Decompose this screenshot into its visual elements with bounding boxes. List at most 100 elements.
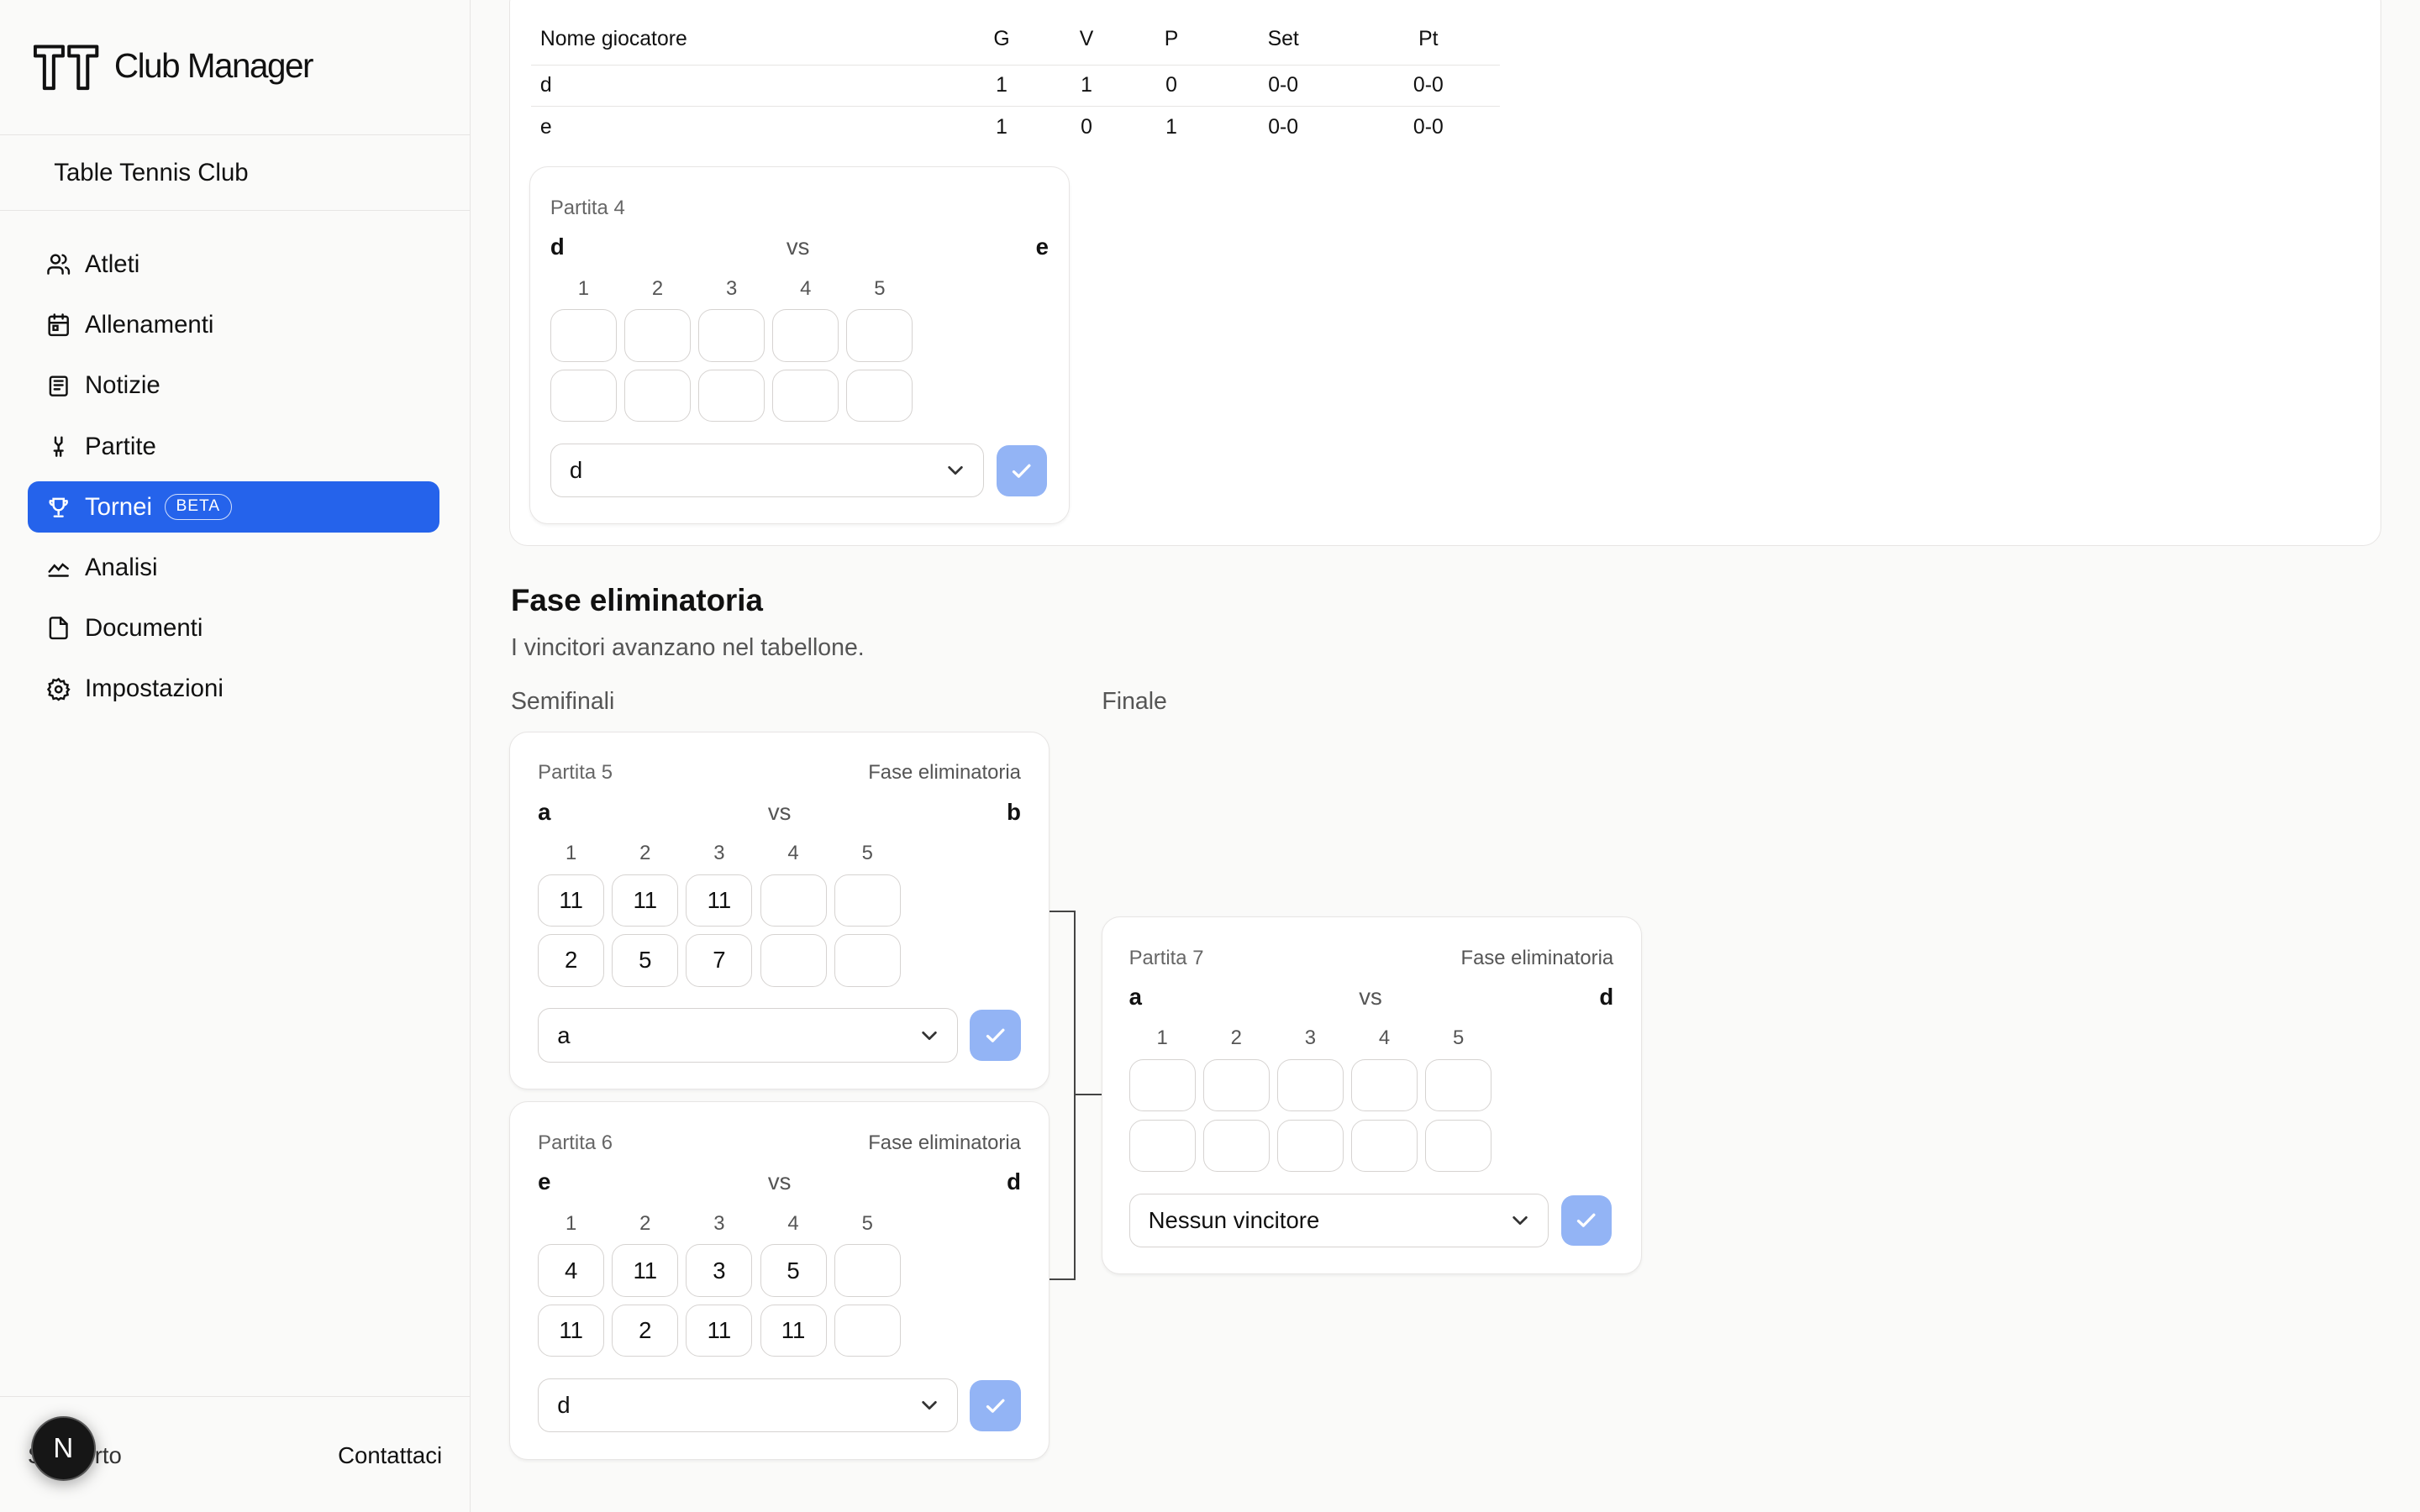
sidebar-item-analisi[interactable]: Analisi bbox=[28, 543, 439, 594]
set-score-input[interactable]: 5 bbox=[760, 1244, 827, 1297]
set-score-input[interactable]: 3 bbox=[686, 1244, 753, 1297]
confirm-button[interactable] bbox=[1560, 1194, 1612, 1247]
set-labels: 1 2 3 4 5 bbox=[550, 277, 913, 301]
set-score-input[interactable]: 2 bbox=[612, 1304, 679, 1357]
match-card-6: Partita 6 Fase eliminatoria e vs d 1 2 3… bbox=[509, 1101, 1050, 1460]
winner-select[interactable]: Nessun vincitore bbox=[1128, 1193, 1549, 1248]
set-score-input[interactable] bbox=[834, 934, 901, 987]
player2-scores: 11 2 11 11 bbox=[538, 1304, 901, 1357]
set-score-input[interactable] bbox=[698, 309, 765, 362]
set-label: 1 bbox=[577, 276, 589, 300]
set-label: 1 bbox=[566, 1211, 577, 1235]
set-label: 3 bbox=[1304, 1026, 1317, 1050]
set-score-input[interactable]: 11 bbox=[760, 1304, 827, 1357]
set-score-input[interactable]: 11 bbox=[538, 1304, 605, 1357]
set-label: 3 bbox=[713, 1211, 725, 1235]
player1-name: e bbox=[538, 1168, 551, 1195]
set-score-input[interactable]: 11 bbox=[686, 1304, 753, 1357]
set-score-input[interactable] bbox=[760, 934, 827, 987]
sidebar-item-label: Analisi bbox=[84, 553, 158, 581]
player1-scores: 4 11 3 5 bbox=[538, 1244, 901, 1297]
match-phase: Fase eliminatoria bbox=[1460, 946, 1614, 969]
club-switcher[interactable]: Table Tennis Club bbox=[54, 159, 248, 187]
chevron-down-icon bbox=[1512, 1215, 1528, 1226]
set-score-input[interactable] bbox=[772, 369, 839, 423]
contact-link[interactable]: Contattaci bbox=[338, 1442, 442, 1469]
set-score-input[interactable] bbox=[1425, 1119, 1492, 1173]
sidebar-item-notizie[interactable]: Notizie bbox=[28, 360, 439, 412]
player1-scores: 11 11 11 bbox=[538, 874, 901, 927]
set-score-input[interactable] bbox=[834, 1244, 901, 1297]
sidebar: Club Manager Table Tennis Club Atleti Al… bbox=[0, 0, 471, 1512]
column-header: P bbox=[1133, 15, 1210, 66]
set-score-input[interactable]: 11 bbox=[612, 874, 679, 927]
set-score-input[interactable] bbox=[1351, 1119, 1418, 1173]
winner-select[interactable]: d bbox=[550, 444, 984, 498]
set-score-input[interactable] bbox=[1128, 1058, 1196, 1112]
match-card-5: Partita 5 Fase eliminatoria a vs b 1 2 3… bbox=[509, 731, 1050, 1089]
set-score-input[interactable]: 2 bbox=[538, 934, 605, 987]
set-score-input[interactable] bbox=[698, 369, 765, 423]
sidebar-item-tornei[interactable]: Tornei BETA bbox=[28, 481, 440, 533]
calendar-icon bbox=[48, 313, 70, 337]
set-score-input[interactable] bbox=[1202, 1058, 1270, 1112]
match-title: Partita 5 bbox=[538, 761, 613, 785]
sidebar-item-atleti[interactable]: Atleti bbox=[28, 239, 439, 291]
set-label: 4 bbox=[1378, 1026, 1391, 1050]
avatar[interactable]: N bbox=[30, 1416, 96, 1482]
sidebar-item-documenti[interactable]: Documenti bbox=[28, 603, 439, 654]
vs-label: vs bbox=[767, 798, 792, 825]
set-score-input[interactable] bbox=[846, 369, 913, 423]
set-score-input[interactable] bbox=[1276, 1119, 1344, 1173]
set-score-input[interactable]: 5 bbox=[612, 934, 679, 987]
sidebar-item-impostazioni[interactable]: Impostazioni bbox=[28, 664, 439, 715]
confirm-button[interactable] bbox=[970, 1010, 1022, 1061]
set-score-input[interactable] bbox=[760, 874, 827, 927]
sidebar-item-allenamenti[interactable]: Allenamenti bbox=[28, 300, 439, 351]
set-labels: 1 2 3 4 5 bbox=[1129, 1026, 1492, 1050]
set-score-input[interactable] bbox=[1128, 1119, 1196, 1173]
winner-select-value: a bbox=[557, 1021, 571, 1048]
set-label: 5 bbox=[861, 841, 873, 864]
bracket-connector bbox=[1049, 910, 1076, 1281]
table-cell: 0-0 bbox=[1268, 115, 1299, 139]
player2-name: b bbox=[1007, 798, 1021, 825]
table-cell: 0-0 bbox=[1413, 115, 1444, 139]
sidebar-item-partite[interactable]: Partite bbox=[28, 421, 439, 472]
set-score-input[interactable]: 7 bbox=[686, 934, 753, 987]
winner-select[interactable]: d bbox=[538, 1378, 958, 1433]
set-score-input[interactable] bbox=[1425, 1058, 1492, 1112]
table-cell: d bbox=[530, 65, 964, 108]
set-score-input[interactable] bbox=[1351, 1058, 1418, 1112]
set-label: 3 bbox=[713, 841, 725, 864]
set-score-input[interactable] bbox=[834, 874, 901, 927]
sidebar-item-label: Notizie bbox=[84, 371, 160, 400]
set-score-input[interactable]: 11 bbox=[612, 1244, 679, 1297]
set-score-input[interactable] bbox=[550, 309, 617, 362]
player1-name: a bbox=[1128, 983, 1142, 1010]
set-score-input[interactable] bbox=[772, 309, 839, 362]
set-score-input[interactable]: 11 bbox=[538, 874, 605, 927]
set-label: 3 bbox=[725, 276, 738, 300]
gear-icon bbox=[46, 677, 71, 701]
set-score-input[interactable] bbox=[1276, 1058, 1344, 1112]
set-score-input[interactable] bbox=[624, 369, 691, 423]
confirm-button[interactable] bbox=[970, 1379, 1022, 1431]
winner-select-value: d bbox=[557, 1392, 571, 1419]
winner-select[interactable]: a bbox=[538, 1008, 958, 1063]
sidebar-item-label: Partite bbox=[84, 432, 156, 460]
set-label: 2 bbox=[651, 276, 664, 300]
set-labels: 1 2 3 4 5 bbox=[538, 1212, 901, 1236]
set-score-input[interactable] bbox=[624, 309, 691, 362]
set-score-input[interactable] bbox=[1202, 1119, 1270, 1173]
app-logo[interactable]: Club Manager bbox=[34, 42, 313, 92]
set-score-input[interactable] bbox=[550, 369, 617, 423]
set-score-input[interactable]: 11 bbox=[686, 874, 753, 927]
confirm-button[interactable] bbox=[996, 444, 1048, 496]
column-header: Nome giocatore bbox=[530, 15, 964, 66]
table-row: d 1 1 0 0-0 0-0 bbox=[530, 65, 1501, 108]
check-icon bbox=[1577, 1213, 1597, 1227]
set-score-input[interactable] bbox=[834, 1304, 901, 1357]
set-score-input[interactable] bbox=[846, 309, 913, 362]
set-score-input[interactable]: 4 bbox=[538, 1244, 605, 1297]
